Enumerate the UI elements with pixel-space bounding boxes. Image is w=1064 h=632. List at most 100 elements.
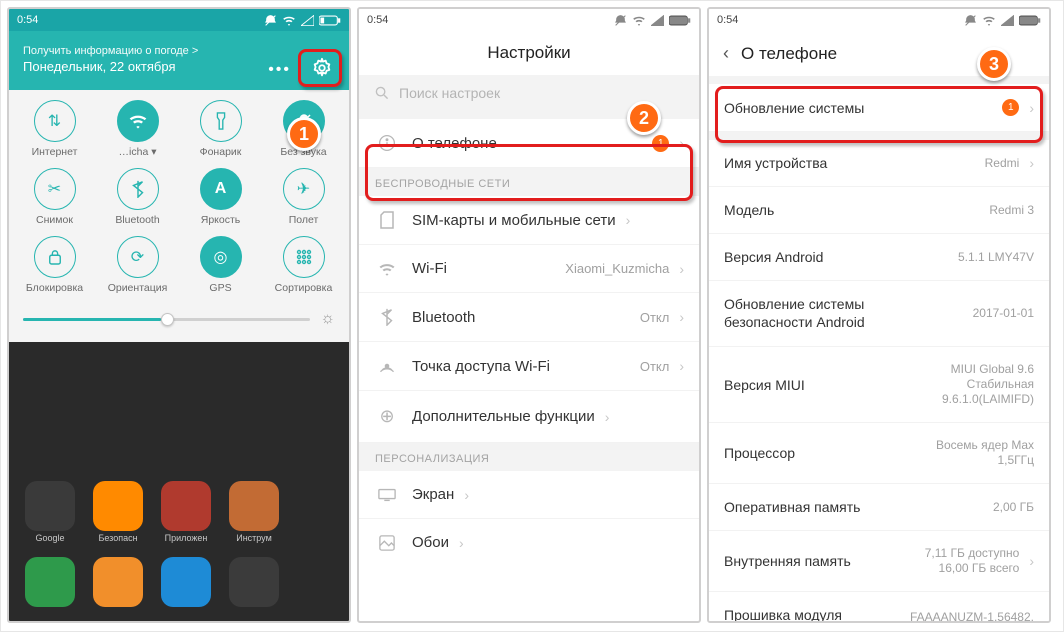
bluetooth-icon <box>374 308 400 326</box>
signal-icon <box>1001 15 1014 26</box>
row-label: Экран <box>412 486 454 503</box>
wifi-icon <box>982 15 996 26</box>
row-sim[interactable]: SIM-карты и мобильные сети › <box>359 196 699 245</box>
sim-icon <box>374 211 400 229</box>
row-android-version[interactable]: Версия Android 5.1.1 LMY47V <box>709 234 1049 281</box>
folder-apps[interactable] <box>161 481 211 531</box>
row-value: Откл <box>640 310 670 325</box>
row-value: Redmi 3 <box>989 203 1034 218</box>
row-system-update[interactable]: Обновление системы 1 › <box>709 84 1049 132</box>
folder-row: Google Безопасн Приложен Инструм <box>19 477 339 547</box>
wallpaper-icon <box>374 535 400 551</box>
row-value: 2,00 ГБ <box>993 500 1034 515</box>
battery-icon <box>1019 15 1041 26</box>
row-label: Дополнительные функции <box>412 408 595 425</box>
toggle-torch[interactable]: Фонарик <box>179 100 262 158</box>
step-badge-3: 3 <box>977 47 1011 81</box>
status-bar: 0:54 <box>709 9 1049 31</box>
row-ram: Оперативная память2,00 ГБ <box>709 484 1049 531</box>
toggle-screenshot[interactable]: ✂Снимок <box>13 168 96 226</box>
brightness-knob[interactable] <box>161 313 174 326</box>
row-label: SIM-карты и мобильные сети <box>412 212 616 229</box>
search-icon <box>375 86 389 100</box>
app-camera[interactable] <box>229 557 279 607</box>
row-value: 5.1.1 LMY47V <box>958 250 1034 265</box>
phone-settings-root: 0:54 Настройки Поиск настроек О телефоне… <box>357 7 701 623</box>
quicksettings-header: Получить информацию о погоде > Понедельн… <box>9 31 349 90</box>
brightness-slider[interactable] <box>23 318 310 321</box>
row-security-patch: Обновление системыбезопасности Android 2… <box>709 281 1049 347</box>
battery-icon <box>669 15 691 26</box>
toggle-airplane[interactable]: ✈Полет <box>262 168 345 226</box>
row-hotspot[interactable]: Точка доступа Wi-FiОткл› <box>359 342 699 391</box>
toggle-brightness[interactable]: AЯркость <box>179 168 262 226</box>
wifi-icon <box>632 15 646 26</box>
toggle-wifi[interactable]: …icha ▾ <box>96 100 179 158</box>
dnd-icon <box>614 14 627 27</box>
display-icon <box>374 488 400 502</box>
toggle-lock[interactable]: Блокировка <box>13 236 96 294</box>
status-bar: 0:54 <box>9 9 349 31</box>
row-value: Откл <box>640 359 670 374</box>
row-label: Версия Android <box>724 249 823 265</box>
row-label: Обновление системы <box>724 100 864 116</box>
back-button[interactable]: ‹ <box>723 43 729 64</box>
chevron-right-icon: › <box>1029 100 1034 116</box>
row-device-name[interactable]: Имя устройстваRedmi› <box>709 140 1049 187</box>
status-clock: 0:54 <box>367 9 388 31</box>
folder-tools[interactable] <box>229 481 279 531</box>
chevron-right-icon: › <box>605 409 610 425</box>
page-title: Настройки <box>359 31 699 75</box>
chevron-right-icon: › <box>679 261 684 277</box>
toggle-internet[interactable]: ⇅Интернет <box>13 100 96 158</box>
dock-row <box>19 553 339 611</box>
more-icon: ⊕ <box>374 406 400 427</box>
brightness-slider-row: ☼ <box>9 300 349 342</box>
row-storage[interactable]: Внутренняя память 7,11 ГБ доступно16,00 … <box>709 531 1049 592</box>
app-browser[interactable] <box>161 557 211 607</box>
row-value: MIUI Global 9.6Стабильная9.6.1.0(LAIMIFD… <box>942 362 1034 407</box>
row-value: 2017-01-01 <box>973 306 1034 321</box>
row-label: Внутренняя память <box>724 553 851 569</box>
row-cpu: Процессор Восемь ядер Max1,5ГГц <box>709 423 1049 484</box>
status-clock: 0:54 <box>17 9 38 31</box>
info-icon <box>374 134 400 152</box>
row-label: Процессор <box>724 445 795 461</box>
overflow-icon[interactable]: ••• <box>268 61 291 79</box>
toggle-sort[interactable]: Сортировка <box>262 236 345 294</box>
toggle-bluetooth[interactable]: Bluetooth <box>96 168 179 226</box>
row-wallpaper[interactable]: Обои› <box>359 519 699 566</box>
folder-security[interactable] <box>93 481 143 531</box>
toggle-gps[interactable]: ◎GPS <box>179 236 262 294</box>
row-bluetooth[interactable]: BluetoothОткл› <box>359 293 699 342</box>
toggle-orientation[interactable]: ⟳Ориентация <box>96 236 179 294</box>
phone-quicksettings: 0:54 Получить информацию о погоде > Поне… <box>7 7 351 623</box>
app-messages[interactable] <box>93 557 143 607</box>
signal-icon <box>301 15 314 26</box>
settings-gear-button[interactable] <box>307 53 337 83</box>
section-wireless: БЕСПРОВОДНЫЕ СЕТИ <box>359 168 699 196</box>
row-display[interactable]: Экран › <box>359 471 699 519</box>
row-baseband: Прошивка модулясвязи FAAAANUZM-1.56482.1… <box>709 592 1049 623</box>
weather-prompt[interactable]: Получить информацию о погоде > <box>23 45 335 57</box>
chevron-right-icon: › <box>626 212 631 228</box>
wifi-icon <box>374 262 400 276</box>
phone-about: 0:54 ‹ О телефоне Обновление системы 1 ›… <box>707 7 1051 623</box>
folder-google[interactable] <box>25 481 75 531</box>
row-model: МодельRedmi 3 <box>709 187 1049 234</box>
notify-badge: 1 <box>1002 99 1019 116</box>
row-label: О телефоне <box>412 135 497 152</box>
chevron-right-icon: › <box>464 487 469 503</box>
battery-icon <box>319 15 341 26</box>
row-more[interactable]: ⊕ Дополнительные функции › <box>359 391 699 443</box>
chevron-right-icon: › <box>1029 553 1034 569</box>
app-phone[interactable] <box>25 557 75 607</box>
chevron-right-icon: › <box>1029 155 1034 171</box>
dnd-icon <box>264 14 277 27</box>
row-miui-version[interactable]: Версия MIUI MIUI Global 9.6Стабильная9.6… <box>709 347 1049 423</box>
row-label: Bluetooth <box>412 309 475 326</box>
brightness-sun-icon: ☼ <box>320 310 335 328</box>
row-value: 7,11 ГБ доступно16,00 ГБ всего <box>925 546 1020 576</box>
hotspot-icon <box>374 357 400 375</box>
row-wifi[interactable]: Wi-FiXiaomi_Kuzmicha› <box>359 245 699 293</box>
